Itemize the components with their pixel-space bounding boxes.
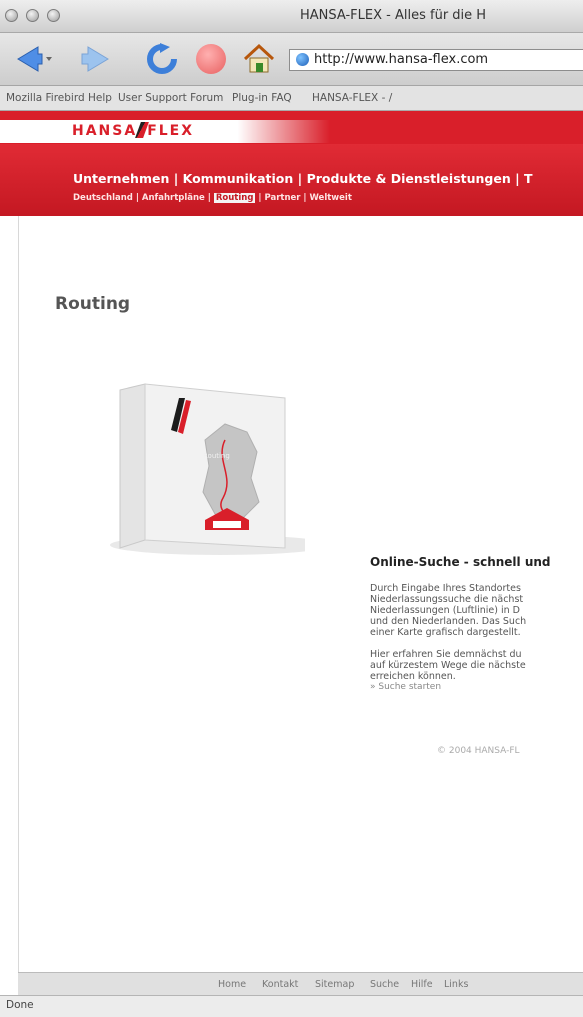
reload-button[interactable]	[146, 43, 178, 79]
reload-icon	[147, 43, 177, 74]
zoom-window-button[interactable]	[47, 9, 60, 22]
copyright-notice: © 2004 HANSA-FL	[437, 746, 520, 756]
hansa-flex-logo[interactable]: HANSA FLEX	[72, 122, 194, 139]
forward-button[interactable]	[78, 44, 110, 74]
content-headline: Online-Suche - schnell und	[370, 555, 551, 569]
paragraph-line: Niederlassungen (Luftlinie) in D	[370, 605, 520, 616]
paragraph-line: Durch Eingabe Ihres Standortes	[370, 583, 521, 594]
content-edge-line	[18, 216, 19, 972]
sub-nav-right[interactable]: | Partner | Weltweit	[258, 193, 352, 203]
url-text[interactable]: http://www.hansa-flex.com	[314, 52, 488, 67]
main-navigation[interactable]: Unternehmen | Kommunikation | Produkte &…	[73, 171, 533, 186]
footer-link-kontakt[interactable]: Kontakt	[262, 979, 298, 990]
status-bar: Done	[0, 995, 583, 1017]
paragraph-line: auf kürzestem Wege die nächste	[370, 660, 526, 671]
stop-button[interactable]	[196, 44, 226, 74]
logo-slash-icon	[135, 122, 150, 138]
paragraph-line: und den Niederlanden. Das Such	[370, 616, 527, 627]
footer-link-sitemap[interactable]: Sitemap	[315, 979, 354, 990]
footer-link-links[interactable]: Links	[444, 979, 468, 990]
window-title-bar: HANSA-FLEX - Alles für die H	[0, 0, 583, 33]
bookmark-item[interactable]: Mozilla Firebird Help	[6, 92, 112, 104]
footer-link-hilfe[interactable]: Hilfe	[411, 979, 433, 990]
bookmarks-toolbar: Mozilla Firebird Help User Support Forum…	[0, 86, 583, 111]
close-window-button[interactable]	[5, 9, 18, 22]
footer-link-home[interactable]: Home	[218, 979, 246, 990]
sub-navigation: Deutschland | Anfahrtpläne | Routing | P…	[73, 193, 352, 203]
routing-software-box-image: Routing	[75, 380, 330, 560]
globe-icon	[296, 53, 309, 66]
sub-nav-left[interactable]: Deutschland | Anfahrtpläne |	[73, 193, 211, 203]
back-button[interactable]	[16, 44, 56, 74]
page-title: Routing	[55, 294, 131, 314]
window-title: HANSA-FLEX - Alles für die H	[300, 8, 487, 23]
home-icon	[243, 43, 275, 73]
bookmark-item[interactable]: Plug-in FAQ	[232, 92, 292, 104]
software-box-graphic	[110, 383, 330, 555]
url-bar[interactable]: http://www.hansa-flex.com	[289, 49, 583, 71]
paragraph-line: Hier erfahren Sie demnächst du	[370, 649, 522, 660]
status-text: Done	[6, 999, 34, 1011]
box-label: Routing	[203, 452, 230, 460]
minimize-window-button[interactable]	[26, 9, 39, 22]
footer-nav: Home Kontakt Sitemap Suche Hilfe Links	[18, 972, 583, 995]
paragraph-line: erreichen können.	[370, 671, 456, 682]
home-button[interactable]	[242, 43, 276, 79]
paragraph-line: einer Karte grafisch dargestellt.	[370, 627, 521, 638]
paragraph-line: Niederlassungssuche die nächst	[370, 594, 524, 605]
sub-nav-routing-active[interactable]: Routing	[213, 193, 256, 203]
bookmark-item[interactable]: HANSA-FLEX - /	[312, 92, 392, 104]
bookmark-item[interactable]: User Support Forum	[118, 92, 223, 104]
back-arrow-icon	[17, 46, 52, 72]
start-search-link[interactable]: » Suche starten	[370, 682, 441, 692]
footer-link-suche[interactable]: Suche	[370, 979, 399, 990]
forward-arrow-icon	[81, 46, 109, 72]
